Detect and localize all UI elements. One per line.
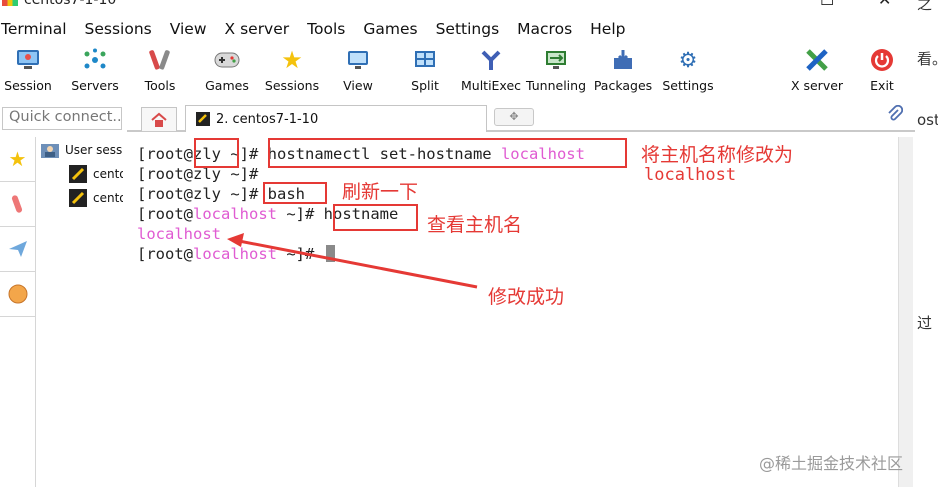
menu-bar: Terminal Sessions View X server Tools Ga… xyxy=(0,20,634,42)
star-icon: ★ xyxy=(281,46,303,74)
toolbar-view-button[interactable]: View xyxy=(323,47,393,93)
session-item[interactable]: centos7 xyxy=(69,165,123,183)
plus-icon: ✥ xyxy=(509,110,519,123)
menu-settings[interactable]: Settings xyxy=(427,20,509,42)
tunnel-icon xyxy=(543,47,569,73)
user-folder-icon xyxy=(41,144,59,158)
background-text: 看。 xyxy=(917,50,938,68)
user-sessions-folder[interactable]: User sessions xyxy=(41,141,123,159)
close-button[interactable]: ✕ xyxy=(878,0,891,9)
tab-centos7-1-10[interactable]: 2. centos7-1-10 xyxy=(185,105,487,132)
toolbar-settings-button[interactable]: ⚙ Settings xyxy=(653,47,723,93)
toolbar-tunneling-button[interactable]: Tunneling xyxy=(521,47,591,93)
terminal-area[interactable]: [root@zly ~]# hostnamectl set-hostname l… xyxy=(123,134,915,487)
split-icon xyxy=(412,47,438,73)
app-logo-icon xyxy=(2,0,18,6)
toolbar-sessions-button[interactable]: ★ Sessions xyxy=(257,46,327,93)
side-tab-sftp[interactable] xyxy=(0,272,35,317)
session-icon xyxy=(15,47,41,73)
background-text: 过 xyxy=(917,314,933,332)
annotation-arrow xyxy=(227,233,478,289)
toolbar-session-button[interactable]: Session xyxy=(0,47,63,93)
paper-plane-icon xyxy=(8,241,27,257)
ssh-key-icon xyxy=(69,165,87,183)
toolbar-packages-button[interactable]: Packages xyxy=(588,47,658,93)
title-bar: centos7-1-10 ☐ ✕ xyxy=(0,0,915,9)
menu-macros[interactable]: Macros xyxy=(508,20,581,42)
background-text: 之 xyxy=(917,0,933,13)
tools-icon xyxy=(147,47,173,73)
window-title: centos7-1-10 xyxy=(24,0,117,8)
fork-icon xyxy=(478,47,504,73)
background-page-edge: 之 看。 ostn 过 xyxy=(915,0,938,487)
toolbar: Session Servers Tools Games ★ Sessions V… xyxy=(0,44,915,99)
toolbar-servers-button[interactable]: Servers xyxy=(60,47,130,93)
tab-bar: 2. centos7-1-10 ✥ xyxy=(127,104,915,132)
gears-icon: ⚙ xyxy=(678,48,698,72)
ssh-key-icon xyxy=(69,189,87,207)
home-tab[interactable] xyxy=(141,107,177,131)
side-tab-sessions[interactable]: ★ xyxy=(0,137,35,182)
terminal-scrollbar[interactable] xyxy=(898,137,913,487)
x-icon xyxy=(804,47,830,73)
eye-icon xyxy=(345,47,371,73)
tab-label: 2. centos7-1-10 xyxy=(216,111,319,127)
star-icon: ★ xyxy=(8,147,27,171)
attach-icon[interactable] xyxy=(887,104,904,128)
games-icon xyxy=(214,47,240,73)
toolbar-games-button[interactable]: Games xyxy=(192,47,262,93)
side-tab-tools[interactable] xyxy=(0,182,35,227)
side-tab-bar: ★ xyxy=(0,137,36,487)
servers-icon xyxy=(82,47,108,73)
package-icon xyxy=(610,47,636,73)
menu-games[interactable]: Games xyxy=(354,20,426,42)
toolbar-exit-button[interactable]: Exit xyxy=(847,47,915,93)
toolbar-xserver-button[interactable]: X server xyxy=(782,47,852,93)
new-tab-button[interactable]: ✥ xyxy=(494,108,534,126)
watermark: @稀土掘金技术社区 xyxy=(759,454,904,473)
toolbar-split-button[interactable]: Split xyxy=(390,47,460,93)
toolbar-tools-button[interactable]: Tools xyxy=(125,47,195,93)
terminal-key-icon xyxy=(196,112,210,126)
sessions-panel: User sessions centos7 centos7 xyxy=(37,137,123,487)
session-item[interactable]: centos7 xyxy=(69,189,123,207)
quick-connect-input[interactable]: Quick connect... xyxy=(2,107,122,130)
tools-icon xyxy=(11,195,22,213)
side-tab-macros[interactable] xyxy=(0,227,35,272)
home-icon xyxy=(151,112,167,127)
background-text: ostn xyxy=(917,111,938,129)
menu-view[interactable]: View xyxy=(161,20,216,42)
menu-terminal[interactable]: Terminal xyxy=(0,20,76,42)
mobaxterm-window: centos7-1-10 ☐ ✕ Terminal Sessions View … xyxy=(0,0,915,487)
menu-sessions[interactable]: Sessions xyxy=(76,20,161,42)
menu-help[interactable]: Help xyxy=(581,20,634,42)
menu-tools[interactable]: Tools xyxy=(298,20,354,42)
maximize-button[interactable]: ☐ xyxy=(820,0,834,9)
menu-x-server[interactable]: X server xyxy=(216,20,299,42)
power-icon xyxy=(869,47,895,73)
toolbar-multiexec-button[interactable]: MultiExec xyxy=(456,47,526,93)
globe-icon xyxy=(8,284,27,304)
